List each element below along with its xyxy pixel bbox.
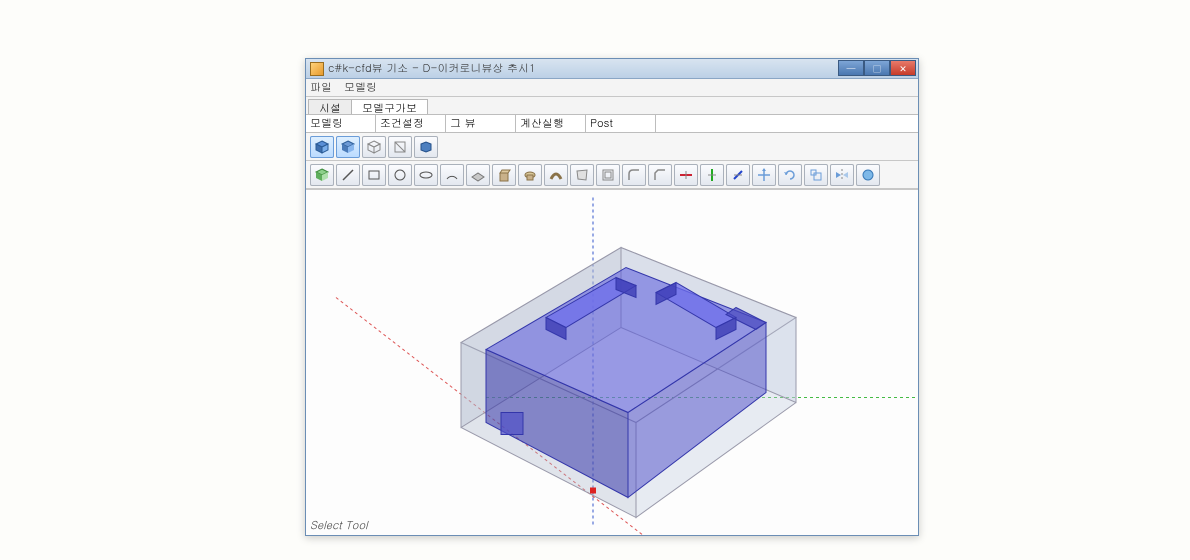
application-window: c#k-cfd뷰 기소 - D-이커로니뷰상 추시1 — □ ✕ 파일 모델링 … [305,58,919,536]
view-hidden-icon[interactable] [388,136,412,158]
tab-model-structure[interactable]: 모델구가보 [351,99,428,114]
3d-viewport[interactable]: Select Tool [306,189,918,535]
title-bar[interactable]: c#k-cfd뷰 기소 - D-이커로니뷰상 추시1 — □ ✕ [306,59,918,79]
revolve-icon[interactable] [518,164,542,186]
move-icon[interactable] [752,164,776,186]
subtab-modeling[interactable]: 모델링 [306,115,376,132]
view-box-icon[interactable] [414,136,438,158]
rect-icon[interactable] [362,164,386,186]
tab-facility[interactable]: 시설 [308,99,352,114]
rotate-icon[interactable] [778,164,802,186]
window-title: c#k-cfd뷰 기소 - D-이커로니뷰상 추시1 [328,61,914,76]
mirror-icon[interactable] [830,164,854,186]
maximize-button[interactable]: □ [864,60,890,76]
sub-tab-bar: 모델링 조건설정 그 뷰 계산실행 Post [306,115,918,133]
axis-z-icon[interactable] [726,164,750,186]
chamfer-icon[interactable] [648,164,672,186]
surface-icon[interactable] [466,164,490,186]
sweep-icon[interactable] [544,164,568,186]
subtab-conditions[interactable]: 조건설정 [376,115,446,132]
view-iso-icon[interactable] [310,136,334,158]
view-wire-icon[interactable] [362,136,386,158]
ellipse-icon[interactable] [414,164,438,186]
window-controls: — □ ✕ [838,60,916,76]
main-tab-bar: 시설 모델구가보 [306,97,918,115]
model-box[interactable] [461,248,796,518]
menu-bar: 파일 모델링 [306,79,918,97]
scale-icon[interactable] [804,164,828,186]
extrude-icon[interactable] [492,164,516,186]
view-shaded-icon[interactable] [336,136,360,158]
subtab-run[interactable]: 계산실행 [516,115,586,132]
subtab-post[interactable]: Post [586,115,656,132]
toolbar-view-modes [306,133,918,161]
axis-x-icon[interactable] [674,164,698,186]
circle-icon[interactable] [388,164,412,186]
cube-icon[interactable] [310,164,334,186]
shell-icon[interactable] [596,164,620,186]
menu-file[interactable]: 파일 [310,80,332,95]
axis-y-icon[interactable] [700,164,724,186]
close-button[interactable]: ✕ [890,60,916,76]
status-text: Select Tool [310,518,368,533]
render-icon[interactable] [856,164,880,186]
subtab-view[interactable]: 그 뷰 [446,115,516,132]
arc-icon[interactable] [440,164,464,186]
app-icon [310,62,324,76]
loft-icon[interactable] [570,164,594,186]
menu-modeling[interactable]: 모델링 [344,80,377,95]
minimize-button[interactable]: — [838,60,864,76]
line-icon[interactable] [336,164,360,186]
toolbar-modeling [306,161,918,189]
fillet-icon[interactable] [622,164,646,186]
